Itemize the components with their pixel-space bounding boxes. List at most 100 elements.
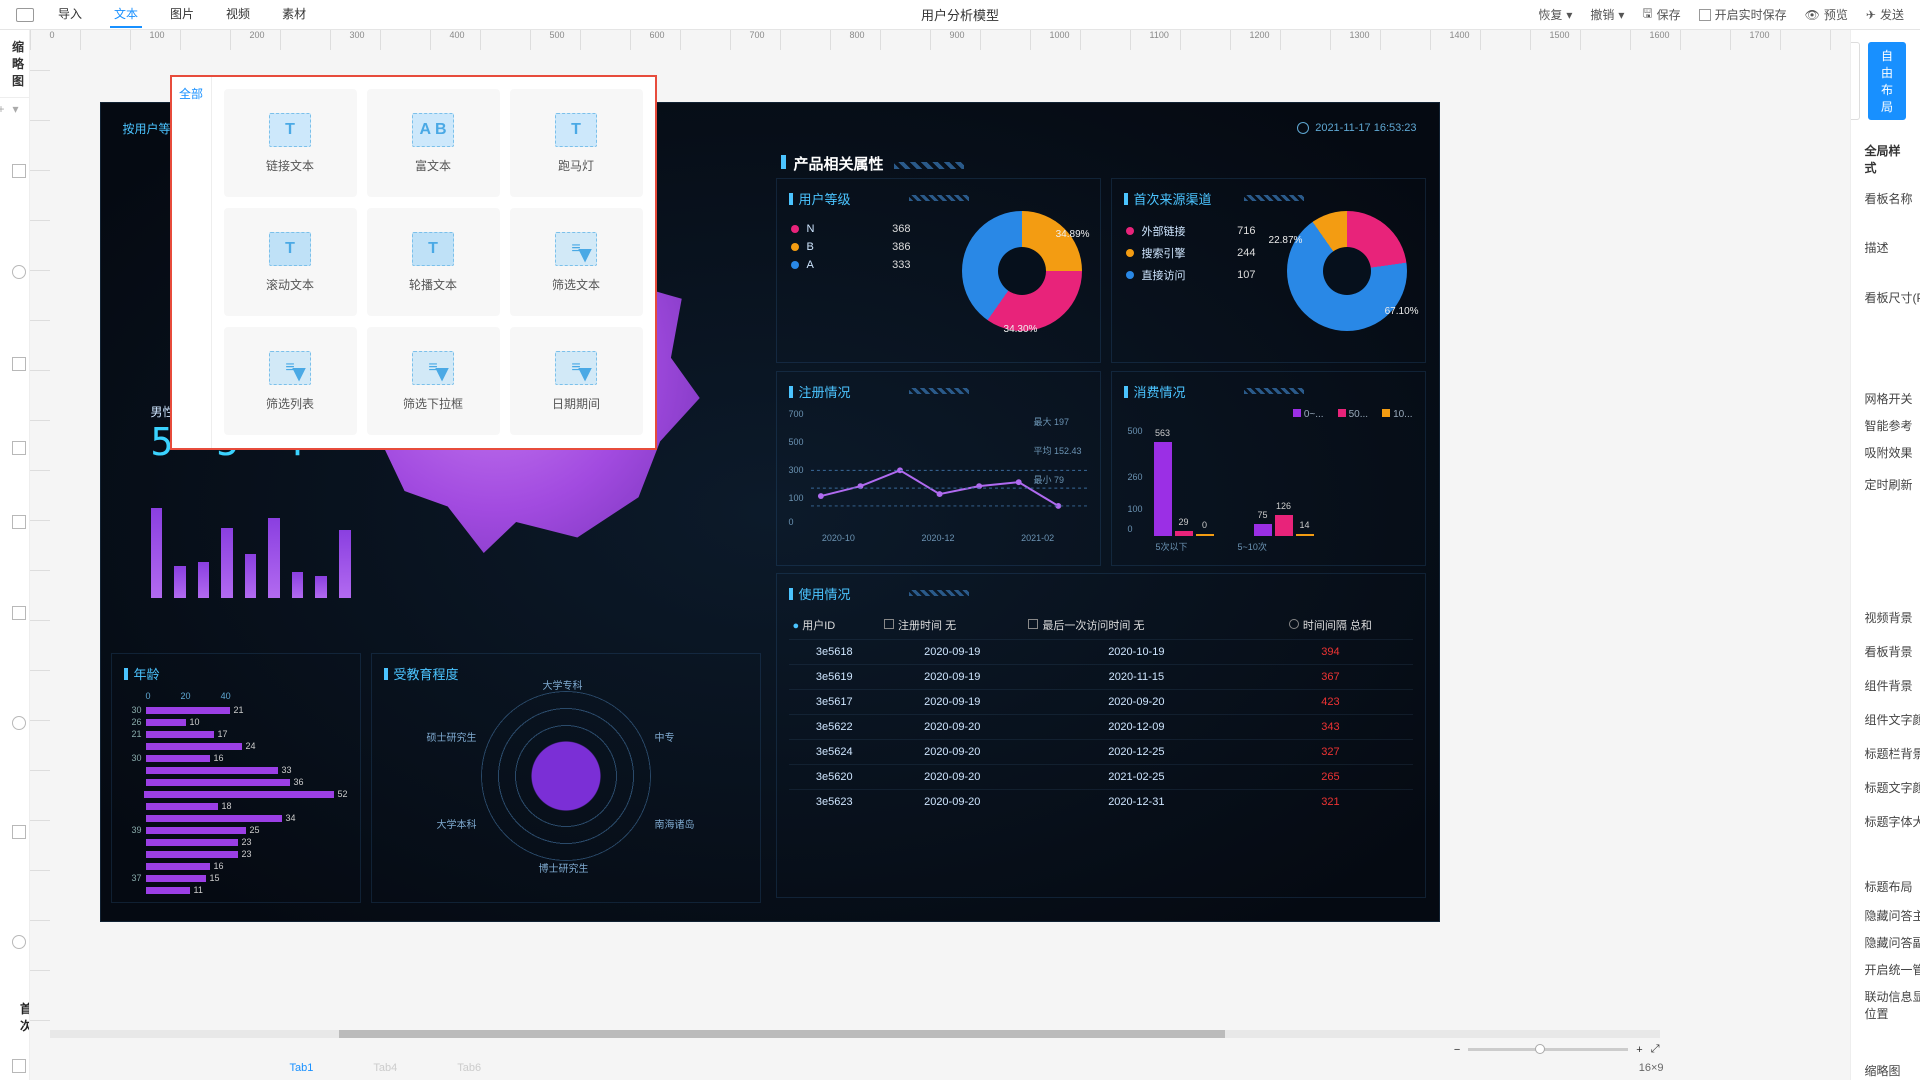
add-icon[interactable]: + xyxy=(0,102,5,116)
topbar-right: 恢复 ▾ 撤销 ▾ 🖫 保存 开启实时保存 👁 预览 ✈ 发送 xyxy=(1538,4,1904,25)
component-icon xyxy=(12,441,26,455)
text-component-icon: ≡ xyxy=(412,351,454,385)
menu-text[interactable]: 文本 xyxy=(110,1,142,28)
sidebar-item[interactable]: 自定义背景 xyxy=(0,221,29,322)
channel-pie: 67.10% 22.87% xyxy=(1287,211,1407,331)
preview-button[interactable]: 👁 预览 xyxy=(1805,6,1848,23)
global-style-header: 全局样式 xyxy=(1865,142,1906,176)
table-row[interactable]: 3e56202020-09-202021-02-25265 xyxy=(789,765,1413,790)
component-icon xyxy=(12,265,26,279)
sidebar-item[interactable]: 用户基本属性 xyxy=(0,554,29,672)
table-row[interactable]: 3e56222020-09-202020-12-09343 xyxy=(789,715,1413,740)
sidebar-item-label: 首次 xyxy=(20,1000,30,1034)
text-component-cell[interactable]: ≡ 筛选下拉框 xyxy=(367,327,500,435)
consume-bar-chart: 500 260 100 0 5632907512614 xyxy=(1124,426,1413,536)
left-panel-header: 缩略图 xyxy=(0,30,29,98)
tab1[interactable]: Tab1 xyxy=(290,1062,314,1074)
text-component-icon: ≡ xyxy=(555,351,597,385)
user-level-pie: 34.89% 34.30% xyxy=(962,211,1082,331)
component-icon xyxy=(12,515,26,529)
text-component-cell[interactable]: ≡筛选文本 xyxy=(510,208,643,316)
undo-button[interactable]: 撤销 ▾ xyxy=(1590,6,1624,23)
left-panel-actions: + ▾ xyxy=(0,98,29,120)
tab-free-layout[interactable]: 自由布局 xyxy=(1868,42,1906,120)
tab6[interactable]: Tab6 xyxy=(457,1062,481,1074)
table-row[interactable]: 3e56192020-09-192020-11-15367 xyxy=(789,665,1413,690)
restore-button[interactable]: 恢复 ▾ xyxy=(1538,6,1572,23)
table-row[interactable]: 3e56242020-09-202020-12-25327 xyxy=(789,740,1413,765)
text-component-cell[interactable]: ≡ 筛选列表 xyxy=(224,327,357,435)
checkbox-icon xyxy=(1699,9,1711,21)
menu-import[interactable]: 导入 xyxy=(54,1,86,28)
text-component-palette: 全部 T链接文本A B富文本T跑马灯T滚动文本T轮播文本≡筛选文本≡筛选列表≡筛… xyxy=(170,75,657,450)
consume-legend: 0~... 50... 10... xyxy=(1124,409,1413,420)
text-component-cell[interactable]: T跑马灯 xyxy=(510,89,643,197)
table-row[interactable]: 3e56182020-09-192020-10-19394 xyxy=(789,640,1413,665)
text-component-cell[interactable]: T 链接文本 xyxy=(224,89,357,197)
sidebar-item[interactable]: 筛选按钮组 xyxy=(0,120,29,221)
component-icon xyxy=(12,716,26,730)
sidebar-item[interactable]: 自定义背景 xyxy=(0,891,29,992)
aspect-ratio: 16×9 xyxy=(1639,1062,1664,1074)
chevron-down-icon[interactable]: ▾ xyxy=(13,102,19,116)
text-component-label: 筛选下拉框 xyxy=(403,395,463,412)
zoom-slider[interactable]: − + ⤢ xyxy=(1454,1043,1660,1056)
save-button[interactable]: 🖫 保存 xyxy=(1642,4,1680,25)
text-component-cell[interactable]: T轮播文本 xyxy=(367,208,500,316)
sidebar-item[interactable]: 产品相关属性 xyxy=(0,773,29,891)
male-bar-chart xyxy=(151,478,351,598)
tab4[interactable]: Tab4 xyxy=(373,1062,397,1074)
text-component-icon: ≡ xyxy=(555,232,597,266)
sidebar-item[interactable]: 女性人数_5y3cIS xyxy=(0,490,29,554)
calendar-icon xyxy=(884,619,894,629)
usage-panel: 使用情况 ● 用户ID 注册时间 无 最后一次访问时间 无 时间间隔 总和 3e… xyxy=(776,573,1426,898)
sidebar-item[interactable]: 自定义背景 xyxy=(0,672,29,773)
ruler-horizontal: 0100200300400500600700800900100011001200… xyxy=(30,30,1850,50)
sidebar-item[interactable]: 用户等级 xyxy=(0,322,29,406)
canvas-area: 0100200300400500600700800900100011001200… xyxy=(30,30,1850,1080)
age-panel: 年龄 02040 3021261021172430163336521834392… xyxy=(111,653,361,903)
menu-material[interactable]: 素材 xyxy=(278,1,310,28)
usage-table: ● 用户ID 注册时间 无 最后一次访问时间 无 时间间隔 总和 3e56182… xyxy=(789,611,1413,814)
table-row[interactable]: 3e56232020-09-202020-12-31321 xyxy=(789,790,1413,815)
component-icon xyxy=(12,606,26,620)
realtime-save-checkbox[interactable]: 开启实时保存 xyxy=(1699,6,1787,23)
component-icon xyxy=(12,164,26,178)
palette-category-all[interactable]: 全部 xyxy=(172,77,212,448)
table-row[interactable]: 3e56172020-09-192020-09-20423 xyxy=(789,690,1413,715)
app-title: 用户分析模型 xyxy=(921,5,999,24)
text-component-label: 日期期间 xyxy=(552,395,600,412)
left-panel: 缩略图 + ▾ 筛选按钮组自定义背景用户等级女性用户女性人数_5y3cIS用户基… xyxy=(0,30,30,1080)
text-component-label: 滚动文本 xyxy=(266,276,314,293)
menu-image[interactable]: 图片 xyxy=(166,1,198,28)
send-button[interactable]: ✈ 发送 xyxy=(1866,6,1904,23)
register-panel: 注册情况 700 500 300 100 0 xyxy=(776,371,1101,566)
text-component-icon: T xyxy=(269,113,311,147)
sidebar-item[interactable]: 女性用户 xyxy=(0,406,29,490)
sidebar-item[interactable]: 年龄_v0gc20 xyxy=(0,1042,29,1080)
zoom-out-icon[interactable]: − xyxy=(1454,1044,1460,1056)
text-component-label: 富文本 xyxy=(415,157,451,174)
education-panel: 受教育程度 大学专科 硕士研究生 中专 大学本科 南海诸岛 博士研究生 xyxy=(371,653,761,903)
section-title: 产品相关属性 xyxy=(781,153,964,174)
clock-icon xyxy=(1297,122,1309,134)
component-icon xyxy=(12,825,26,839)
zoom-fit-icon[interactable]: ⤢ xyxy=(1651,1043,1660,1056)
sidebar-item[interactable]: 首次 xyxy=(0,992,29,1042)
text-component-cell[interactable]: T 滚动文本 xyxy=(224,208,357,316)
menu-video[interactable]: 视频 xyxy=(222,1,254,28)
zoom-in-icon[interactable]: + xyxy=(1636,1044,1642,1056)
text-component-cell[interactable]: ≡ 日期期间 xyxy=(510,327,643,435)
horizontal-scrollbar[interactable] xyxy=(50,1030,1660,1038)
text-component-cell[interactable]: A B富文本 xyxy=(367,89,500,197)
col-userid: ● 用户ID xyxy=(789,611,880,640)
clock-icon xyxy=(1289,619,1299,629)
text-component-icon: T xyxy=(269,232,311,266)
text-component-label: 筛选列表 xyxy=(266,395,314,412)
calendar-icon xyxy=(1028,619,1038,629)
text-component-label: 链接文本 xyxy=(266,157,314,174)
text-component-icon: ≡ xyxy=(269,351,311,385)
col-lastvisit: 最后一次访问时间 无 xyxy=(1024,611,1248,640)
app-logo-icon xyxy=(16,8,34,22)
tab-grid-layout[interactable]: 网格布局 xyxy=(1850,42,1860,120)
